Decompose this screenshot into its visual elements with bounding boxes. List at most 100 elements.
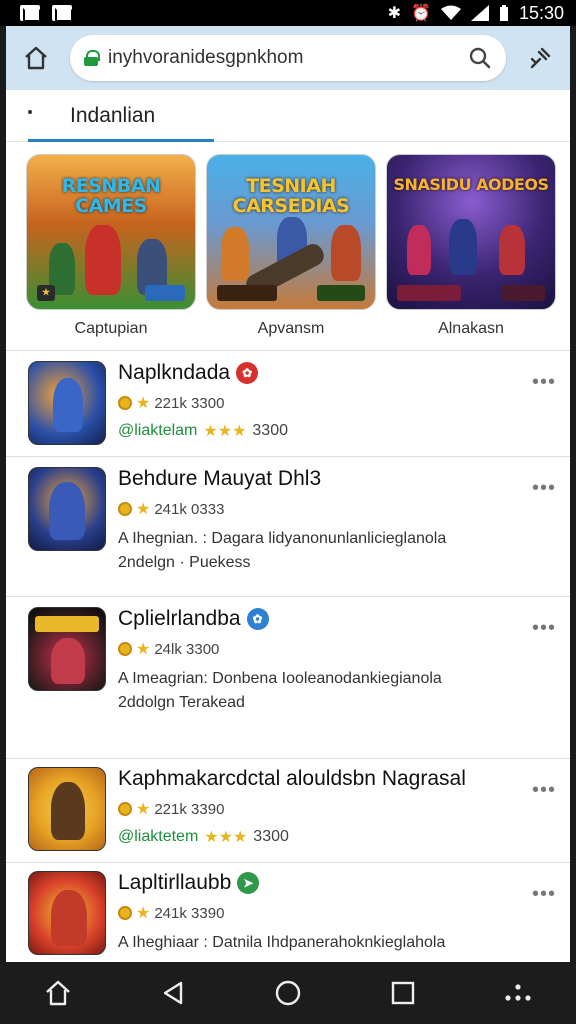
app-title: Kaphmakarcdctal alouldsbn Nagrasal <box>118 767 466 790</box>
more-options-icon[interactable]: ••• <box>532 883 556 906</box>
app-icon <box>28 767 106 851</box>
hero-figure <box>221 227 249 281</box>
coin-icon <box>118 396 132 410</box>
publisher-rating: 3300 <box>252 422 288 439</box>
star-icon: ★ <box>136 905 151 922</box>
featured-card[interactable]: RESNBAN CAMES ★ Captupian <box>26 154 196 338</box>
more-options-icon[interactable]: ••• <box>532 371 556 394</box>
featured-badge <box>317 285 365 301</box>
star-icon: ★ <box>136 641 151 658</box>
play-badge-icon: ➤ <box>237 872 260 894</box>
rating-text: 221k 3300 <box>154 394 225 412</box>
browser-toolbar: inyhvoranidesgpnkhom <box>6 26 570 90</box>
pin-icon <box>530 47 551 69</box>
more-options-icon[interactable]: ••• <box>532 477 556 500</box>
rating-text: 241k 3390 <box>154 904 225 922</box>
app-title: Naplkndada <box>118 361 231 384</box>
app-description: A Ihegnian. : Dagara lidyanonunlanlicieg… <box>118 530 447 547</box>
alarm-icon: ⏰ <box>411 5 431 22</box>
featured-badge <box>145 285 185 301</box>
search-icon[interactable] <box>468 46 492 70</box>
list-item[interactable]: Behdure Mauyat Dhl3 ★ 241k 0333 A Ihegni… <box>6 456 570 596</box>
hero-figure <box>85 225 121 295</box>
status-bar: ✱ ⏰ 15:30 <box>0 0 576 26</box>
app-subdescription: 2ndelgn · Puekess <box>118 554 251 571</box>
tab-indicator-dot <box>28 110 32 114</box>
tab-active[interactable]: Indanlian <box>70 104 155 128</box>
verified-badge-icon: ✿ <box>236 362 259 384</box>
character-shape <box>51 782 85 840</box>
publisher-rating: 3300 <box>253 828 289 845</box>
featured-image: TESNIAH CARSEDIAS <box>206 154 376 310</box>
star-rating-icon: ★★★ <box>203 423 247 440</box>
wifi-icon <box>440 5 461 20</box>
coin-icon <box>118 642 132 656</box>
nav-menu-button[interactable] <box>496 971 540 1015</box>
rating-text: 24lk 3300 <box>154 640 220 658</box>
character-shape <box>51 890 87 946</box>
featured-art-title: TESNIAH CARSEDIAS <box>232 175 350 217</box>
featured-card[interactable]: SNASIDU AODEOS Alnakasn <box>386 154 556 338</box>
circle-icon <box>275 980 301 1006</box>
mail-icon <box>20 5 41 22</box>
featured-image: RESNBAN CAMES ★ <box>26 154 196 310</box>
url-bar[interactable]: inyhvoranidesgpnkhom <box>70 35 506 81</box>
hero-figure <box>331 225 361 281</box>
app-rating: ★ 241k 0333 <box>118 499 550 519</box>
home-icon <box>45 980 70 1006</box>
home-button[interactable] <box>16 38 56 78</box>
tab-underline <box>28 139 214 142</box>
hero-figure <box>499 225 525 275</box>
app-rating: ★ 221k 3390 <box>118 799 550 819</box>
tab-bar: Indanlian <box>6 90 570 142</box>
list-item[interactable]: Cplielrlandba ✿ ★ 24lk 3300 A Imeagrian:… <box>6 596 570 758</box>
character-shape <box>49 482 85 540</box>
star-icon: ★ <box>136 801 151 818</box>
featured-label: Captupian <box>74 320 148 337</box>
app-subdescription: 2ddolgn Terakead <box>118 694 245 711</box>
publisher-name[interactable]: @liaktelam <box>118 422 197 440</box>
featured-badge <box>501 285 545 301</box>
system-nav-bar <box>0 962 576 1024</box>
more-options-icon[interactable]: ••• <box>532 617 556 640</box>
nav-recents-button[interactable] <box>381 971 425 1015</box>
home-icon <box>25 46 47 70</box>
rating-text: 221k 3390 <box>154 800 225 818</box>
coin-icon <box>118 802 132 816</box>
featured-label: Apvansm <box>257 320 325 337</box>
star-icon: ★ <box>136 501 151 518</box>
logo-banner-shape <box>35 616 99 632</box>
character-shape <box>53 378 83 432</box>
app-publisher: @liaktetem ★★★ 3300 <box>118 827 550 847</box>
app-rating: ★ 24lk 3300 <box>118 639 550 659</box>
app-icon <box>28 361 106 445</box>
nav-back-button[interactable] <box>151 971 195 1015</box>
featured-card[interactable]: TESNIAH CARSEDIAS Apvansm <box>206 154 376 338</box>
publisher-name[interactable]: @liaktetem <box>118 828 198 846</box>
featured-badge: ★ <box>37 285 56 301</box>
list-item[interactable]: Naplkndada ✿ ★ 221k 3300 @liaktelam ★★★ … <box>6 350 570 456</box>
nav-overview-button[interactable] <box>266 971 310 1015</box>
url-text: inyhvoranidesgpnkhom <box>108 47 304 68</box>
star-icon: ★ <box>136 395 151 412</box>
featured-badge <box>397 285 461 301</box>
lock-icon <box>84 50 100 66</box>
app-publisher: @liaktelam ★★★ 3300 <box>118 421 550 441</box>
coin-icon <box>118 502 132 516</box>
rating-text: 241k 0333 <box>154 500 225 518</box>
list-item[interactable]: Lapltirllaubb ➤ ★ 241k 3390 A Iheghiaar … <box>6 862 570 962</box>
clock: 15:30 <box>518 2 564 23</box>
extension-button[interactable] <box>520 38 560 78</box>
dots-menu-icon <box>505 984 531 1001</box>
hero-figure <box>449 219 477 275</box>
square-icon <box>391 981 415 1005</box>
list-item[interactable]: Kaphmakarcdctal alouldsbn Nagrasal ★ 221… <box>6 758 570 862</box>
more-options-icon[interactable]: ••• <box>532 779 556 802</box>
nav-home-button[interactable] <box>36 971 80 1015</box>
featured-carousel: RESNBAN CAMES ★ Captupian TESNIAH CARSED… <box>6 142 570 338</box>
coin-icon <box>118 906 132 920</box>
app-rating: ★ 241k 3390 <box>118 903 550 923</box>
app-list: Naplkndada ✿ ★ 221k 3300 @liaktelam ★★★ … <box>6 350 570 962</box>
app-rating: ★ 221k 3300 <box>118 393 550 413</box>
featured-art-title: SNASIDU AODEOS <box>393 175 549 194</box>
